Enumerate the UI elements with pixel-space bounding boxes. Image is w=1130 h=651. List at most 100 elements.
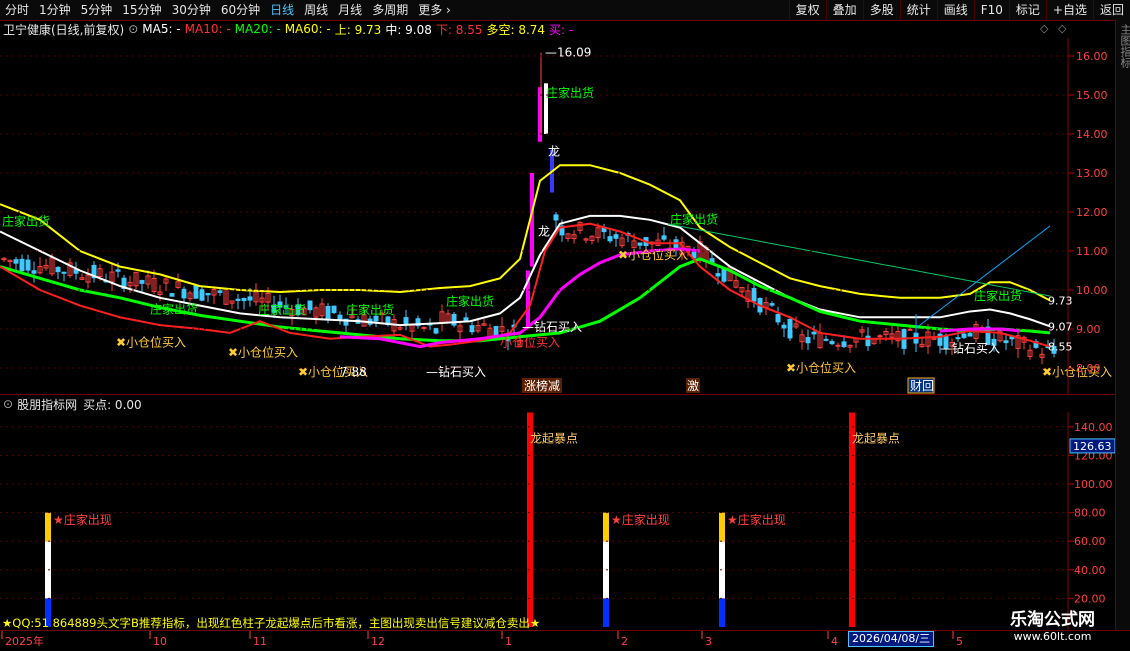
price-tick-label: 15.00 bbox=[1076, 89, 1108, 102]
pane-separator bbox=[0, 394, 1130, 395]
stack-bar-yellow bbox=[45, 512, 51, 542]
candle-body bbox=[325, 305, 331, 320]
low-price-label: 7.88 bbox=[340, 365, 367, 379]
stack-bar-yellow bbox=[719, 512, 725, 542]
date-tick-label: 2025年 bbox=[5, 634, 44, 648]
trend-line-blue[interactable] bbox=[915, 225, 1051, 329]
tab-daily[interactable]: 日线 bbox=[265, 0, 299, 20]
tab-monthly[interactable]: 月线 bbox=[333, 0, 367, 20]
lower-band-value: 下: 8.55 bbox=[435, 22, 483, 37]
mark-button[interactable]: 标记 bbox=[1008, 0, 1046, 20]
candle-body bbox=[193, 284, 199, 299]
tab-more[interactable]: 更多 › bbox=[413, 0, 456, 20]
date-axis: 2025年 10 11 12 1 2 3 4 5 bbox=[0, 630, 1130, 651]
stack-bar-blue bbox=[719, 598, 725, 627]
kline-chart[interactable]: —16.09庄家出货庄家出货庄家出货 庄家出货 庄家出货庄家出货庄家出货庄家出货✖小… bbox=[0, 38, 1115, 394]
tab-30min[interactable]: 30分钟 bbox=[167, 0, 216, 20]
candle-body bbox=[31, 270, 37, 274]
xiaocang-mairu-label: ✖小仓位买入 bbox=[228, 344, 298, 359]
candle-body bbox=[751, 288, 757, 302]
draw-line-button[interactable]: 画线 bbox=[936, 0, 974, 20]
candle-body bbox=[115, 269, 121, 272]
toolbar-right-buttons: 复权 叠加 多股 统计 画线 F10 标记 +自选 返回 bbox=[788, 0, 1130, 20]
zhuangjia-chuhuo-label: 庄家出货 bbox=[150, 301, 198, 316]
long-label: 龙 bbox=[538, 224, 550, 238]
fuquan-button[interactable]: 复权 bbox=[788, 0, 826, 20]
zhuangjia-chuxian-label: ★庄家出现 bbox=[727, 512, 786, 527]
tab-weekly[interactable]: 周线 bbox=[299, 0, 333, 20]
xiaocang-mairu-label: ✖小仓位买入 bbox=[786, 360, 856, 375]
diamond-icon[interactable]: ◇ bbox=[1040, 22, 1048, 35]
tab-5min[interactable]: 5分钟 bbox=[76, 0, 118, 20]
collapse-icon[interactable]: ◇ bbox=[1058, 22, 1066, 35]
back-button[interactable]: 返回 bbox=[1092, 0, 1130, 20]
candle-body bbox=[967, 333, 973, 337]
candle-body bbox=[307, 300, 313, 311]
duokong-value: 多空: 8.74 bbox=[486, 22, 546, 37]
ind-tick-label: 20.00 bbox=[1074, 592, 1106, 605]
candle-body bbox=[169, 293, 175, 297]
candle-body bbox=[775, 314, 781, 323]
candle-body bbox=[331, 305, 337, 314]
candle-body bbox=[607, 236, 613, 242]
candle-body bbox=[637, 242, 643, 246]
candle-body bbox=[721, 268, 727, 282]
indicator-chart[interactable]: 龙起暴点 龙起暴点★庄家出现 ★庄家出现 ★庄家出现 140.00120.00100.… bbox=[0, 412, 1115, 630]
date-tick-label: 5 bbox=[956, 635, 963, 648]
candle-body bbox=[955, 337, 961, 340]
candle-body bbox=[337, 314, 343, 321]
candle-body bbox=[25, 259, 31, 271]
watermark-title: 乐淘公式网 bbox=[1010, 610, 1095, 630]
price-tick-label: 16.00 bbox=[1076, 50, 1108, 63]
xiaocang-mairu-label: ✖小仓位买入 bbox=[116, 335, 186, 350]
indicator-settings-icon[interactable]: ⊙ bbox=[3, 397, 13, 411]
candle-body bbox=[613, 234, 619, 239]
zhuangjia-chuhuo-label: 庄家出货 bbox=[346, 302, 394, 317]
tab-multi-period[interactable]: 多周期 bbox=[367, 0, 413, 20]
zhuangjia-chuhuo-label: 庄家出货 bbox=[2, 214, 50, 229]
tab-60min[interactable]: 60分钟 bbox=[216, 0, 265, 20]
candle-body bbox=[835, 344, 841, 347]
stats-button[interactable]: 统计 bbox=[899, 0, 937, 20]
right-side-panel[interactable]: 主图指标 bbox=[1115, 20, 1130, 630]
ind-tick-label: 140.00 bbox=[1074, 421, 1113, 434]
candle-body bbox=[841, 341, 847, 347]
event-label: 激 bbox=[687, 379, 699, 393]
candle-body bbox=[805, 337, 811, 344]
candle-body bbox=[811, 331, 817, 335]
long-label: 龙 bbox=[548, 144, 560, 158]
price-tick-label: 13.00 bbox=[1076, 167, 1108, 180]
date-tick-label: 11 bbox=[253, 635, 267, 648]
xiaocang-mairu-label: 小仓位买入 bbox=[500, 335, 560, 350]
stock-name: 卫宁健康(日线,前复权) bbox=[3, 22, 125, 37]
xiaocang-mairu-label: ✖小仓位买入 bbox=[618, 247, 688, 262]
candle-body bbox=[661, 235, 667, 240]
overlay-button[interactable]: 叠加 bbox=[825, 0, 863, 20]
candle-body bbox=[823, 338, 829, 341]
tab-1min[interactable]: 1分钟 bbox=[34, 0, 76, 20]
date-tick-label: 2 bbox=[621, 635, 628, 648]
stack-bar-blue bbox=[603, 598, 609, 627]
candle-body bbox=[247, 296, 253, 301]
ma60-value: MA60: - bbox=[284, 22, 331, 36]
price-tick-label: 8.00 bbox=[1076, 362, 1101, 375]
tab-fenshi[interactable]: 分时 bbox=[0, 0, 34, 20]
add-watchlist-button[interactable]: +自选 bbox=[1045, 0, 1093, 20]
ma20-value: MA20: - bbox=[234, 22, 281, 36]
candle-body bbox=[469, 325, 475, 333]
event-label: 涨榜减 bbox=[524, 378, 560, 393]
date-tick-label: 12 bbox=[371, 635, 385, 648]
zhuangjia-chuhuo-label: 庄家出货 bbox=[546, 85, 594, 100]
period-toolbar: 分时 1分钟 5分钟 15分钟 30分钟 60分钟 日线 周线 月线 多周期 更… bbox=[0, 0, 1130, 21]
upper-band-value: 上: 9.73 bbox=[334, 22, 382, 37]
date-tick-label: 3 bbox=[705, 635, 712, 648]
f10-button[interactable]: F10 bbox=[973, 0, 1009, 20]
tab-15min[interactable]: 15分钟 bbox=[117, 0, 166, 20]
candle-body bbox=[769, 303, 775, 306]
candle-body bbox=[217, 290, 223, 293]
right-panel-label: 主图指标 bbox=[1119, 24, 1130, 68]
settings-circle-icon[interactable]: ⊙ bbox=[128, 22, 138, 36]
candle-body bbox=[139, 280, 145, 284]
candle-body bbox=[715, 273, 721, 277]
multi-stock-button[interactable]: 多股 bbox=[862, 0, 900, 20]
